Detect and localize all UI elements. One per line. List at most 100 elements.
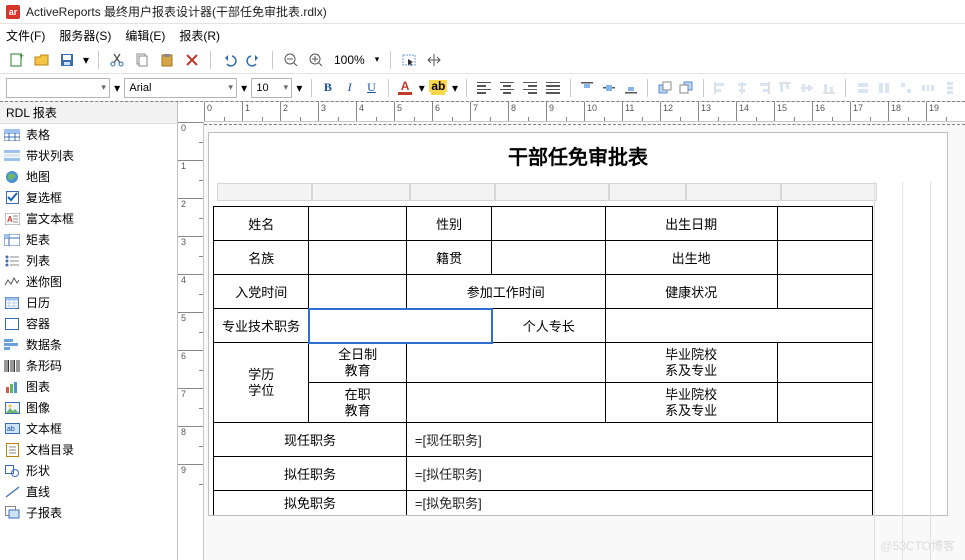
align-left-button[interactable] [474,77,494,99]
zoom-out-icon[interactable] [280,49,302,71]
menu-file[interactable]: 文件(F) [6,27,45,44]
bring-front-button[interactable] [655,77,674,99]
delete-icon[interactable] [181,49,203,71]
cell-name-value[interactable] [309,207,406,241]
zoom-in-icon[interactable] [305,49,327,71]
tool-table[interactable]: 表格 [0,124,177,145]
report-body[interactable]: 干部任免审批表 姓名 [208,132,948,516]
page-area[interactable]: 干部任免审批表 姓名 [204,122,965,560]
col-selector[interactable] [495,183,609,201]
cell-party-label[interactable]: 入党时间 [214,275,309,309]
cell-birthdate-value[interactable] [777,207,872,241]
cell-health-value[interactable] [777,275,872,309]
cell-techtitle-label[interactable]: 专业技术职务 [214,309,309,343]
cell-worktime-label[interactable]: 参加工作时间 [406,275,605,309]
cell-proposed-post-label[interactable]: 拟任职务 [214,457,407,491]
cell-grad2-label[interactable]: 毕业院校系及专业 [605,383,777,423]
tool-toc[interactable]: 文档目录 [0,439,177,460]
align-edges-center-icon[interactable] [732,77,751,99]
font-size-dropdown-icon[interactable]: ▾ [295,77,304,99]
col-selector[interactable] [410,183,495,201]
cell-dismiss-post-field[interactable]: =[拟免职务] [406,491,872,515]
distribute-v-icon[interactable] [940,77,959,99]
cell-native-value[interactable] [492,241,605,275]
select-mode-icon[interactable] [398,49,420,71]
tool-calendar[interactable]: 日历 [0,292,177,313]
cell-health-label[interactable]: 健康状况 [605,275,777,309]
cell-fulltime-value[interactable] [406,343,605,383]
cell-grad-label[interactable]: 毕业院校系及专业 [605,343,777,383]
cell-nation-value[interactable] [309,241,406,275]
align-edges-right-icon[interactable] [754,77,773,99]
save-icon[interactable] [56,49,78,71]
align-edges-left-icon[interactable] [711,77,730,99]
style-select[interactable] [6,78,110,98]
menu-server[interactable]: 服务器(S) [59,27,111,44]
copy-icon[interactable] [131,49,153,71]
table-row[interactable]: 姓名 性别 出生日期 [214,207,873,241]
cell-current-post-field[interactable]: =[现任职务] [406,423,872,457]
col-selector[interactable] [609,183,686,201]
cell-party-value[interactable] [309,275,406,309]
table-row[interactable]: 专业技术职务 个人专长 [214,309,873,343]
same-size-icon[interactable] [897,77,916,99]
open-icon[interactable] [31,49,53,71]
tool-textbox[interactable]: ab文本框 [0,418,177,439]
tool-checkbox[interactable]: 复选框 [0,187,177,208]
underline-button[interactable]: U [362,77,381,99]
column-selectors[interactable] [213,183,947,201]
col-selector[interactable] [686,183,781,201]
tool-shape[interactable]: 形状 [0,460,177,481]
col-selector[interactable] [781,183,877,201]
tool-image[interactable]: 图像 [0,397,177,418]
paste-icon[interactable] [156,49,178,71]
tool-barcode[interactable]: 条形码 [0,355,177,376]
align-right-button[interactable] [520,77,540,99]
tool-sparkline[interactable]: 迷你图 [0,271,177,292]
cell-techtitle-value-selected[interactable] [309,309,492,343]
align-justify-button[interactable] [543,77,563,99]
cell-proposed-post-field[interactable]: =[拟任职务] [406,457,872,491]
form-table[interactable]: 姓名 性别 出生日期 名族 籍贯 出生地 [213,206,873,515]
cell-onjob-label[interactable]: 在职教育 [309,383,406,423]
cell-birthplace-value[interactable] [777,241,872,275]
table-row[interactable]: 在职教育 毕业院校系及专业 [214,383,873,423]
table-row[interactable]: 学历学位 全日制教育 毕业院校系及专业 [214,343,873,383]
font-size-select[interactable]: 10 [251,78,292,98]
table-row[interactable]: 拟免职务 =[拟免职务] [214,491,873,515]
col-selector[interactable] [217,183,312,201]
cell-birthdate-label[interactable]: 出生日期 [605,207,777,241]
tool-databar[interactable]: 数据条 [0,334,177,355]
font-color-dropdown-icon[interactable]: ▾ [417,77,426,99]
font-family-dropdown-icon[interactable]: ▾ [240,77,249,99]
cell-specialty-label[interactable]: 个人专长 [492,309,605,343]
cell-grad2-value[interactable] [777,383,872,423]
tool-richtext[interactable]: A富文本框 [0,208,177,229]
cell-nation-label[interactable]: 名族 [214,241,309,275]
table-row[interactable]: 现任职务 =[现任职务] [214,423,873,457]
tool-banded-list[interactable]: 带状列表 [0,145,177,166]
cell-current-post-label[interactable]: 现任职务 [214,423,407,457]
highlight-button[interactable]: ab [429,77,448,99]
report-title[interactable]: 干部任免审批表 [209,133,947,184]
font-color-button[interactable]: A [396,77,415,99]
tool-matrix[interactable]: 矩表 [0,229,177,250]
pan-mode-icon[interactable] [423,49,445,71]
valign-top-button[interactable] [578,77,597,99]
table-row[interactable]: 拟任职务 =[拟任职务] [214,457,873,491]
tool-subreport[interactable]: 子报表 [0,502,177,523]
new-report-icon[interactable]: + [6,49,28,71]
col-selector[interactable] [312,183,410,201]
align-edges-bottom-icon[interactable] [820,77,839,99]
distribute-h-icon[interactable] [919,77,938,99]
align-edges-middle-icon[interactable] [798,77,817,99]
tool-line[interactable]: 直线 [0,481,177,502]
bold-button[interactable]: B [318,77,337,99]
cell-edu-degree-label[interactable]: 学历学位 [214,343,309,423]
tool-container[interactable]: 容器 [0,313,177,334]
design-canvas[interactable]: 012345678910111213141516171819 012345678… [178,102,965,560]
cell-grad-value[interactable] [777,343,872,383]
cell-dismiss-post-label[interactable]: 拟免职务 [214,491,407,515]
cell-gender-value[interactable] [492,207,605,241]
cell-onjob-value[interactable] [406,383,605,423]
